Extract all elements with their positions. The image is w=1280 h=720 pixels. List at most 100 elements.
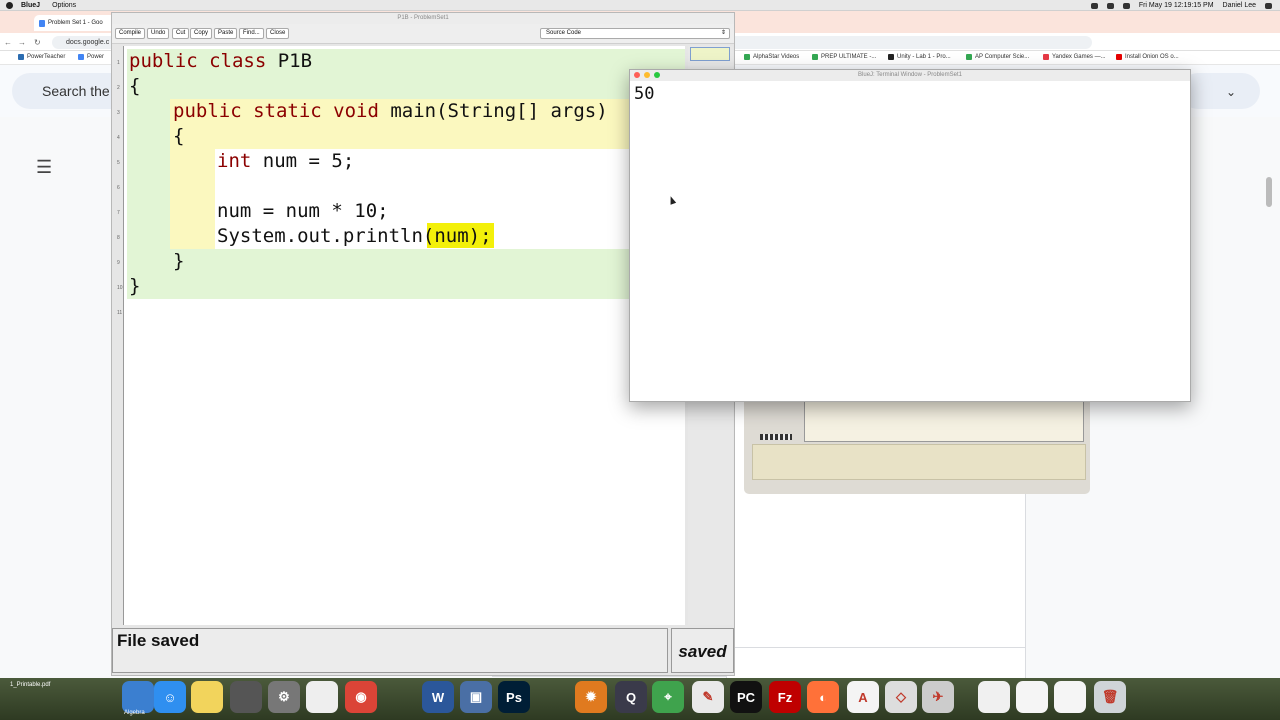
- code-line-3: public static void main(String[] args): [173, 99, 608, 124]
- dock-icon-inkscape[interactable]: ✎: [692, 681, 724, 713]
- dock-icon-photoshop[interactable]: Ps: [498, 681, 530, 713]
- bookmark-favicon-icon: [812, 54, 818, 60]
- bookmark-favicon-icon: [744, 54, 750, 60]
- dock-icon-finder[interactable]: ☺: [154, 681, 186, 713]
- bookmark-item[interactable]: Yandex Games —...: [1043, 54, 1106, 60]
- keyword: public class: [129, 50, 267, 72]
- code-line-2: {: [129, 75, 141, 97]
- zoom-window-icon[interactable]: [654, 72, 660, 78]
- line-number: 3: [117, 110, 120, 116]
- line-number: 11: [117, 310, 123, 316]
- battery-icon[interactable]: [1106, 2, 1114, 9]
- class-name: P1B: [266, 50, 313, 72]
- google-docs-icon: [39, 19, 45, 27]
- dock-icon-screenshot[interactable]: [1016, 681, 1048, 713]
- apple-icon[interactable]: [6, 1, 13, 9]
- bookmark-label: Unity - Lab 1 - Pro...: [897, 54, 951, 60]
- close-window-icon[interactable]: [634, 72, 640, 78]
- bookmark-favicon-icon: [966, 54, 972, 60]
- bookmark-label: AlphaStar Videos: [753, 54, 800, 60]
- dock-icon-chrome[interactable]: ◉: [345, 681, 377, 713]
- object-bench[interactable]: [752, 444, 1086, 480]
- dock-icon-bluej[interactable]: ✈: [922, 681, 954, 713]
- dock-icon-word[interactable]: W: [422, 681, 454, 713]
- close-button[interactable]: Close: [266, 28, 290, 39]
- code-overview-viewport[interactable]: [690, 47, 730, 61]
- bookmark-item[interactable]: AlphaStar Videos: [744, 54, 799, 60]
- dock-icon-quicktime[interactable]: Q: [615, 681, 647, 713]
- wifi-icon[interactable]: [1090, 2, 1098, 9]
- find-button[interactable]: Find...: [239, 28, 264, 39]
- dock-icon-unity[interactable]: ◇: [885, 681, 917, 713]
- code-line-8: System.out.println(num);: [217, 224, 492, 249]
- dock-icon-filezilla[interactable]: Fz: [769, 681, 801, 713]
- bookmark-label: PowerTeacher: [27, 54, 66, 60]
- keyword: public static void: [173, 100, 379, 122]
- back-icon[interactable]: ←: [4, 38, 12, 47]
- volume-icon[interactable]: [1122, 2, 1130, 9]
- bookmark-item[interactable]: Unity - Lab 1 - Pro...: [888, 54, 951, 60]
- desktop-file-label: 1_Printable.pdf: [10, 682, 51, 688]
- dock-icon-trash[interactable]: 🗑: [1094, 681, 1126, 713]
- dock-icon-textedit[interactable]: [306, 681, 338, 713]
- bookmark-favicon-icon: [888, 54, 894, 60]
- line-number: 6: [117, 185, 120, 191]
- method-signature: main(String[] args): [378, 100, 608, 122]
- dock-icon-document[interactable]: [978, 681, 1010, 713]
- terminal-output[interactable]: 50: [634, 84, 654, 104]
- terminal-window: BlueJ: Terminal Window - ProblemSet1 50: [629, 69, 1191, 402]
- dock-icon-pycharm[interactable]: PC: [730, 681, 762, 713]
- menu-user[interactable]: Daniel Lee: [1223, 2, 1256, 9]
- bookmark-item[interactable]: Power: [78, 54, 104, 60]
- cut-button[interactable]: Cut: [172, 28, 190, 39]
- dock-icon-preview[interactable]: ▣: [460, 681, 492, 713]
- bookmark-favicon-icon: [1043, 54, 1049, 60]
- editor-toolbar: Compile Undo Cut Copy Paste Find... Clos…: [112, 24, 734, 44]
- dock-icon-maps[interactable]: ⌖: [652, 681, 684, 713]
- bookmark-item[interactable]: PREP ULTIMATE -...: [812, 54, 876, 60]
- dock-icon-firefox[interactable]: ◐: [807, 681, 839, 713]
- print-args: (num);: [422, 225, 492, 247]
- scrollbar[interactable]: [1266, 177, 1272, 207]
- dock-icon-notes[interactable]: [191, 681, 223, 713]
- compile-button[interactable]: Compile: [115, 28, 146, 39]
- bookmark-item[interactable]: AP Computer Scie...: [966, 54, 1029, 60]
- status-area: Fri May 19 12:19:15 PM Daniel Lee: [1090, 0, 1272, 11]
- dock-icon-screenshot2[interactable]: [1054, 681, 1086, 713]
- editor-title: P1B - ProblemSet1: [112, 13, 734, 24]
- bookmark-item[interactable]: Install Onion OS o...: [1116, 54, 1179, 60]
- dock-icon-algebra[interactable]: [122, 681, 154, 713]
- line-number-gutter: 1 2 3 4 5 6 7 8 9 10 11: [112, 46, 123, 625]
- undo-button[interactable]: Undo: [147, 28, 170, 39]
- reload-icon[interactable]: ↻: [34, 38, 41, 47]
- dock-icon-settings[interactable]: ✹: [575, 681, 607, 713]
- menu-app-name[interactable]: BlueJ: [21, 2, 40, 9]
- forward-icon[interactable]: →: [18, 38, 26, 47]
- code-line-4: {: [173, 125, 185, 147]
- code-line-5: int num = 5;: [217, 149, 354, 174]
- saved-indicator: saved: [671, 628, 734, 673]
- docs-share-area[interactable]: [1180, 73, 1260, 109]
- menu-options[interactable]: Options: [52, 2, 76, 9]
- code-line-1: public class P1B: [129, 49, 312, 74]
- code-editor[interactable]: public class P1B { public static void ma…: [123, 46, 685, 625]
- line-number: 2: [117, 85, 120, 91]
- dock-icon-acrobat[interactable]: A: [847, 681, 879, 713]
- chevron-down-icon[interactable]: ⌄: [1226, 85, 1236, 99]
- bookmark-item[interactable]: PowerTeacher: [18, 54, 65, 60]
- spotlight-icon[interactable]: [1265, 2, 1272, 9]
- bookmark-label: Yandex Games —...: [1052, 54, 1106, 60]
- menu-datetime[interactable]: Fri May 19 12:19:15 PM: [1139, 2, 1214, 9]
- dock-icon-system-preferences[interactable]: ⚙: [268, 681, 300, 713]
- copy-button[interactable]: Copy: [190, 28, 213, 39]
- paste-button[interactable]: Paste: [214, 28, 238, 39]
- view-select[interactable]: Source Code ⇕: [540, 28, 730, 39]
- dock-icon-calculator[interactable]: [230, 681, 262, 713]
- line-number: 10: [117, 285, 123, 291]
- class-diagram-area[interactable]: [804, 400, 1084, 442]
- line-number: 8: [117, 235, 120, 241]
- outline-icon[interactable]: ☰: [36, 157, 52, 178]
- minimize-window-icon[interactable]: [644, 72, 650, 78]
- view-select-value: Source Code: [546, 30, 582, 36]
- line-number: 4: [117, 135, 120, 141]
